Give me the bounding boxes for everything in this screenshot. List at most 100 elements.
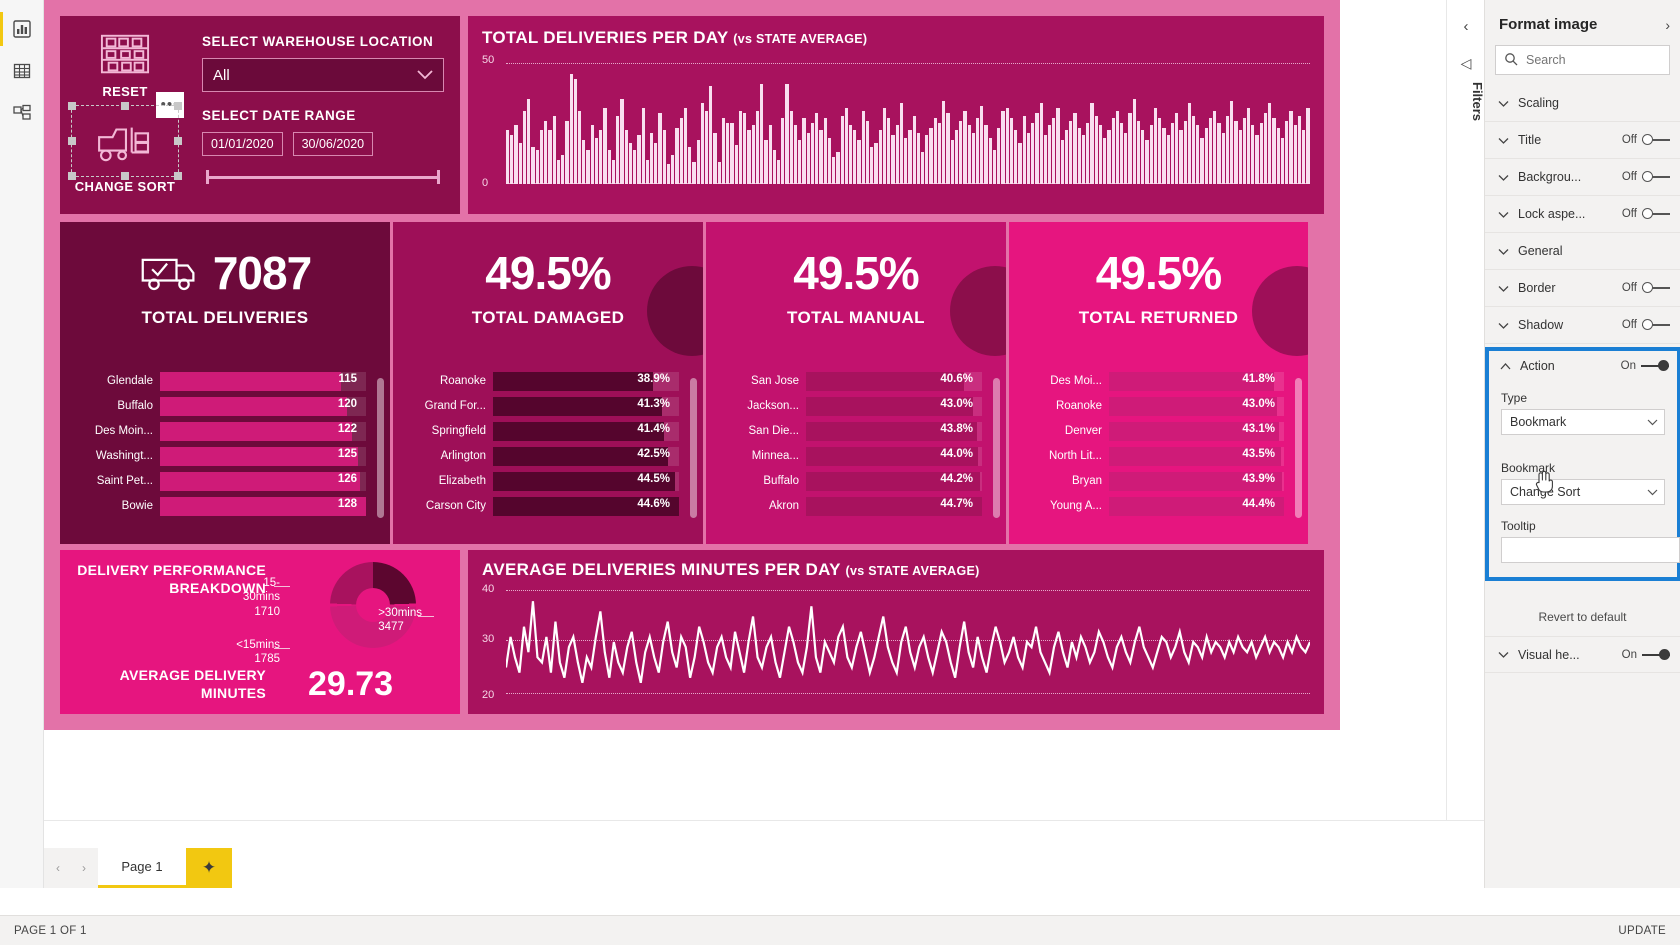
kpi-value: 7087 — [212, 247, 312, 299]
warehouse-location-select[interactable]: All — [202, 58, 444, 92]
kpi-card-total-damaged: 49.5% TOTAL DAMAGED Roanoke 38.9% Grand Fo… — [393, 222, 703, 544]
format-section-name: Backgrou... — [1518, 170, 1582, 184]
kpi-bar-row-bar: 43.0% — [1109, 396, 1284, 416]
format-section-shadow[interactable]: Shadow Off — [1485, 307, 1680, 344]
kpi-bar-row[interactable]: San Die... 43.8% — [720, 420, 982, 442]
kpi-bar-row[interactable]: Roanoke 38.9% — [407, 370, 679, 392]
kpi-bar-row[interactable]: Jackson... 43.0% — [720, 395, 982, 417]
kpi-bar-row[interactable]: Des Moin... 122 — [74, 420, 366, 442]
format-section-toggle[interactable] — [1642, 208, 1670, 220]
date-from-input[interactable]: 01/01/2020 — [202, 132, 283, 156]
line-chart-title: AVERAGE DELIVERIES MINUTES PER DAY (vs S… — [482, 560, 980, 579]
add-page-button[interactable]: ✦ — [186, 848, 232, 888]
action-toggle[interactable] — [1641, 360, 1669, 372]
format-section-toggle-state: Off — [1621, 282, 1637, 294]
format-section-toggle[interactable] — [1642, 648, 1670, 661]
filters-label[interactable]: Filters — [1447, 82, 1485, 121]
kpi-bar-row[interactable]: Des Moi... 41.8% — [1023, 370, 1284, 392]
kpi-bar-row-value: 43.9% — [1242, 472, 1275, 485]
status-update[interactable]: UPDATE — [1618, 925, 1666, 937]
tooltip-input[interactable] — [1501, 537, 1680, 563]
kpi-bar-row[interactable]: Minnea... 44.0% — [720, 445, 982, 467]
kpi-bar-row[interactable]: Springfield 41.4% — [407, 420, 679, 442]
warehouse-shelf-icon[interactable] — [96, 30, 154, 80]
kpi-bar-row[interactable]: Elizabeth 44.5% — [407, 470, 679, 492]
format-section-toggle-state: Off — [1621, 319, 1637, 331]
kpi-bar-row[interactable]: Buffalo 120 — [74, 395, 366, 417]
format-section-name: Lock aspe... — [1518, 207, 1586, 221]
bookmark-select[interactable]: Change Sort — [1501, 479, 1665, 505]
change-sort-image-selected[interactable] — [68, 102, 182, 180]
filter-icon[interactable]: ◁ — [1447, 55, 1485, 72]
kpi-bar-row-name: Glendale — [106, 375, 153, 387]
revert-to-default-button[interactable]: Revert to default — [1485, 596, 1680, 636]
kpi-bar-row-value: 44.5% — [637, 472, 670, 485]
next-page-button[interactable]: › — [76, 861, 92, 875]
format-section-border[interactable]: Border Off — [1485, 270, 1680, 307]
kpi-bar-row-value: 41.3% — [637, 397, 670, 410]
kpi-bar-row-value: 122 — [337, 422, 357, 435]
kpi-bar-row-bar: 41.4% — [493, 421, 679, 441]
report-view-icon[interactable] — [0, 8, 44, 50]
kpi-bar-row[interactable]: Carson City 44.6% — [407, 495, 679, 517]
delivery-truck-icon — [141, 258, 195, 291]
kpi-bar-row[interactable]: Denver 43.1% — [1023, 420, 1284, 442]
kpi-list-scrollbar[interactable] — [1295, 378, 1302, 518]
date-range-slider[interactable] — [206, 170, 440, 184]
kpi-list-scrollbar[interactable] — [690, 378, 697, 518]
kpi-bar-row-bar: 44.6% — [493, 496, 679, 516]
bar-series — [506, 62, 1310, 184]
format-section-toggle[interactable] — [1642, 134, 1670, 146]
kpi-bar-row[interactable]: Saint Pet... 126 — [74, 470, 366, 492]
kpi-bar-row[interactable]: Bowie 128 — [74, 495, 366, 517]
kpi-bar-row-bar: 40.6% — [806, 371, 982, 391]
kpi-bar-row[interactable]: North Lit... 43.5% — [1023, 445, 1284, 467]
collapse-panel-button[interactable]: ‹ — [1447, 18, 1485, 35]
kpi-bar-row-value: 43.8% — [940, 422, 973, 435]
format-section-scaling[interactable]: Scaling — [1485, 85, 1680, 122]
date-to-input[interactable]: 30/06/2020 — [292, 132, 374, 156]
kpi-bar-row[interactable]: Glendale 115 — [74, 370, 366, 392]
type-select-value: Bookmark — [1510, 415, 1567, 429]
expand-panel-button[interactable]: › — [1665, 17, 1670, 33]
prev-page-button[interactable]: ‹ — [50, 861, 66, 875]
kpi-bar-row[interactable]: Roanoke 43.0% — [1023, 395, 1284, 417]
chevron-down-icon — [1498, 137, 1509, 144]
change-sort-label: CHANGE SORT — [74, 179, 176, 194]
kpi-bar-row-value: 44.0% — [940, 447, 973, 460]
warehouse-slicer-title: SELECT WAREHOUSE LOCATION — [202, 34, 434, 49]
chevron-down-icon — [1647, 489, 1658, 495]
kpi-bar-row[interactable]: Grand For... 41.3% — [407, 395, 679, 417]
format-section-lock-aspe[interactable]: Lock aspe... Off — [1485, 196, 1680, 233]
kpi-bar-row[interactable]: Akron 44.7% — [720, 495, 982, 517]
kpi-list-scrollbar[interactable] — [993, 378, 1000, 518]
kpi-bar-row-name: Washingt... — [95, 450, 153, 462]
kpi-bar-row-value: 128 — [337, 497, 357, 510]
format-section-title[interactable]: Title Off — [1485, 122, 1680, 159]
format-section-visual-header[interactable]: Visual he... On — [1485, 636, 1680, 673]
format-section-toggle-state: Off — [1621, 171, 1637, 183]
kpi-list-scrollbar[interactable] — [377, 378, 384, 518]
kpi-bar-row[interactable]: Bryan 43.9% — [1023, 470, 1284, 492]
kpi-bar-row[interactable]: Arlington 42.5% — [407, 445, 679, 467]
model-view-icon[interactable] — [0, 92, 44, 134]
kpi-bar-row[interactable]: Washingt... 125 — [74, 445, 366, 467]
kpi-bar-row-value: 44.6% — [637, 497, 670, 510]
action-section-header[interactable]: Action On — [1489, 351, 1677, 381]
format-section-toggle[interactable] — [1642, 319, 1670, 331]
kpi-value: 49.5% — [485, 247, 611, 299]
kpi-bar-row-bar: 41.3% — [493, 396, 679, 416]
kpi-bar-row[interactable]: San Jose 40.6% — [720, 370, 982, 392]
format-section-general[interactable]: General — [1485, 233, 1680, 270]
search-input[interactable] — [1495, 45, 1670, 75]
data-view-icon[interactable] — [0, 50, 44, 92]
kpi-bar-row-name: Minnea... — [751, 450, 799, 462]
format-section-backgrou[interactable]: Backgrou... Off — [1485, 159, 1680, 196]
kpi-bar-row[interactable]: Young A... 44.4% — [1023, 495, 1284, 517]
kpi-bar-row-value: 41.8% — [1242, 372, 1275, 385]
tab-page-1[interactable]: Page 1 — [98, 848, 186, 888]
type-select[interactable]: Bookmark — [1501, 409, 1665, 435]
kpi-bar-row[interactable]: Buffalo 44.2% — [720, 470, 982, 492]
format-section-toggle[interactable] — [1642, 282, 1670, 294]
format-section-toggle[interactable] — [1642, 171, 1670, 183]
